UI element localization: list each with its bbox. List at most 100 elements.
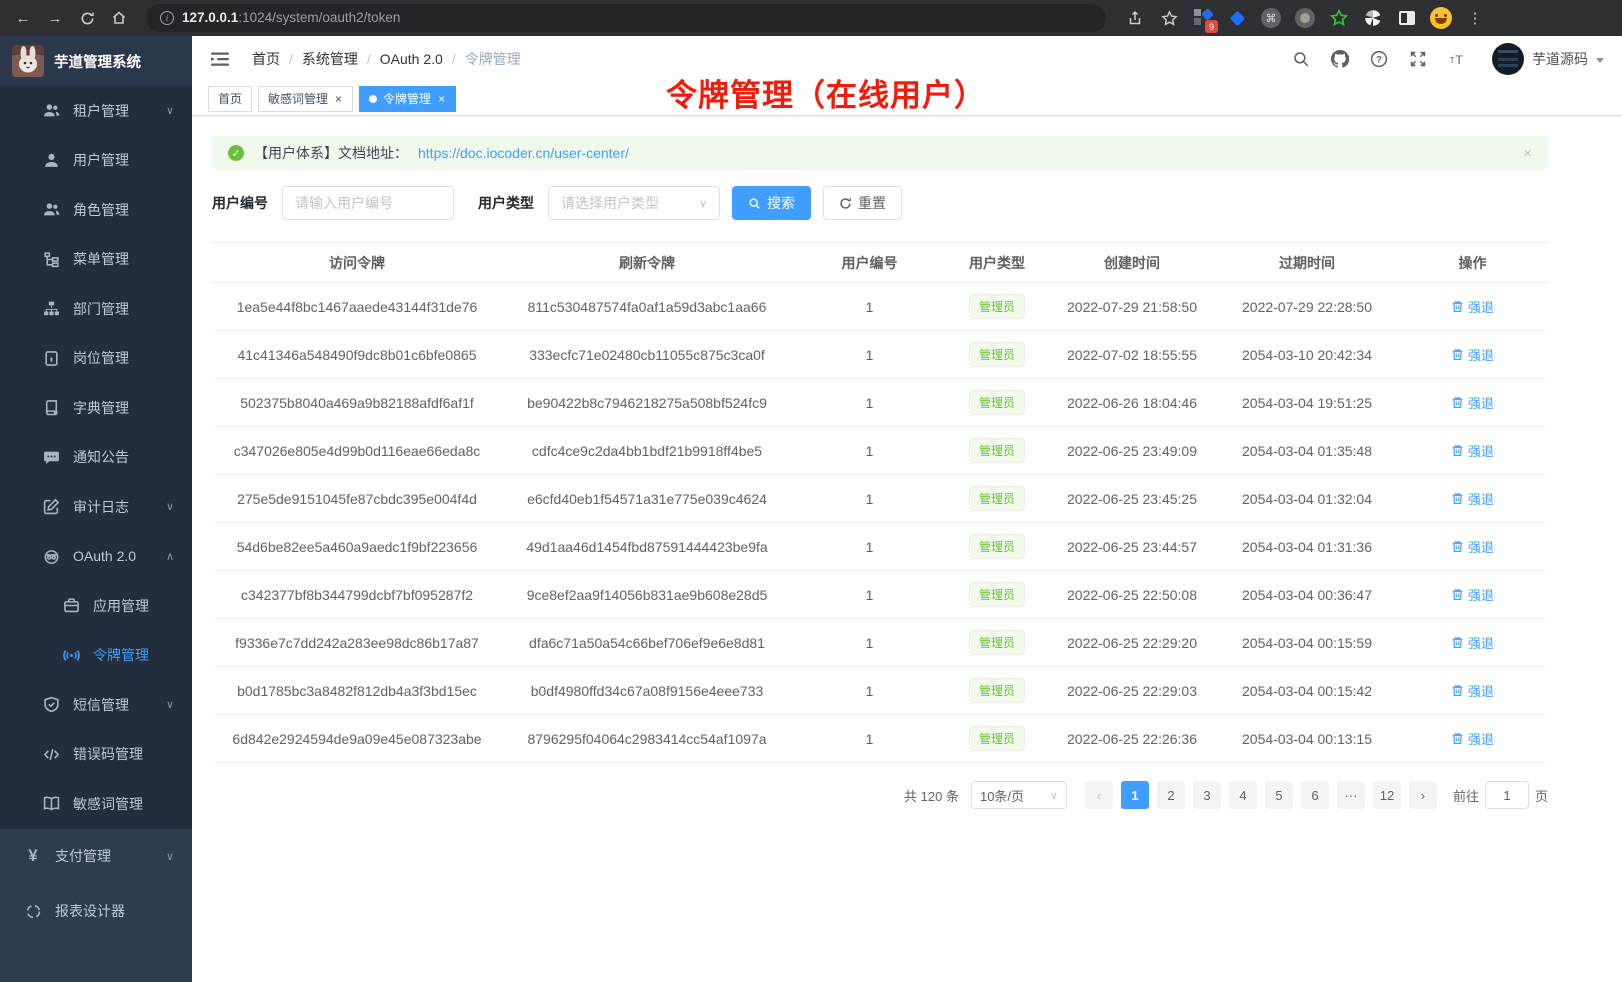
sidebar-item-label: 角色管理 — [73, 200, 129, 220]
user-type-cell: 管理员 — [947, 667, 1047, 715]
page-button-5[interactable]: 5 — [1265, 781, 1293, 809]
breadcrumb-item[interactable]: OAuth 2.0 — [380, 51, 443, 67]
user-id-cell: 1 — [792, 523, 947, 571]
github-button[interactable] — [1330, 49, 1350, 69]
sidebar-item-notice[interactable]: 通知公告 — [0, 433, 192, 483]
browser-menu-button[interactable]: ⋮ — [1464, 7, 1486, 29]
force-logout-button[interactable]: 强退 — [1451, 345, 1494, 364]
help-button[interactable]: ? — [1369, 49, 1389, 69]
force-logout-button[interactable]: 强退 — [1451, 537, 1494, 556]
sidebar-item-label: 租户管理 — [73, 101, 129, 121]
kebab-menu-icon: ⋮ — [1468, 9, 1483, 27]
page-button-6[interactable]: 6 — [1301, 781, 1329, 809]
font-size-button[interactable]: TT — [1447, 49, 1467, 69]
sidebar-item-user[interactable]: 用户管理 — [0, 136, 192, 186]
page-button-3[interactable]: 3 — [1193, 781, 1221, 809]
sidebar-item-dept[interactable]: 部门管理 — [0, 284, 192, 334]
expire-time-cell: 2054-03-04 00:15:42 — [1217, 667, 1397, 715]
close-icon[interactable]: × — [437, 92, 446, 106]
search-form: 用户编号 用户类型 请选择用户类型 ∨ 搜索 重置 — [212, 186, 1548, 220]
close-icon[interactable]: × — [334, 92, 343, 106]
sidebar-item-role[interactable]: 角色管理 — [0, 185, 192, 235]
sidebar-item-error-code[interactable]: 错误码管理 — [0, 730, 192, 780]
annotation-title: 令牌管理（在线用户） — [666, 70, 986, 115]
force-logout-button[interactable]: 强退 — [1451, 585, 1494, 604]
sidebar-collapse-button[interactable] — [210, 49, 230, 69]
tab-敏感词管理[interactable]: 敏感词管理× — [258, 86, 353, 112]
breadcrumb-item[interactable]: 首页 — [252, 49, 280, 69]
page-button-12[interactable]: 12 — [1373, 781, 1401, 809]
sidebar-item-sms[interactable]: 短信管理∨ — [0, 680, 192, 730]
app-logo-bar[interactable]: 芋道管理系统 — [0, 36, 192, 86]
page-size-select[interactable]: 10条/页∨ — [971, 781, 1067, 809]
share-button[interactable] — [1124, 7, 1146, 29]
address-bar[interactable]: i 127.0.0.1:1024/system/oauth2/token — [146, 4, 1106, 32]
breadcrumb-item[interactable]: 系统管理 — [302, 49, 358, 69]
sidebar-item-oauth2-app[interactable]: 应用管理 — [0, 581, 192, 631]
sidebar-item-tenant[interactable]: 租户管理∨ — [0, 86, 192, 136]
font-size-icon: TT — [1448, 50, 1466, 68]
user-id-cell: 1 — [792, 331, 947, 379]
shield-icon — [42, 696, 60, 714]
profile-avatar-button[interactable] — [1430, 7, 1452, 29]
goto-page-input[interactable] — [1485, 781, 1529, 809]
extension-command-button[interactable]: ⌘ — [1260, 7, 1282, 29]
extension-star-button[interactable] — [1328, 7, 1350, 29]
back-button[interactable]: ← — [10, 5, 36, 31]
user-type-cell: 管理员 — [947, 619, 1047, 667]
extension-record-button[interactable] — [1294, 7, 1316, 29]
sidebar-item-report-designer[interactable]: 报表设计器 — [0, 884, 192, 939]
force-logout-button[interactable]: 强退 — [1451, 729, 1494, 748]
compass-icon — [24, 902, 42, 920]
reload-button[interactable] — [74, 5, 100, 31]
user-id-input[interactable] — [282, 186, 454, 220]
force-logout-button[interactable]: 强退 — [1451, 681, 1494, 700]
extension-gem-button[interactable] — [1226, 7, 1248, 29]
force-logout-button[interactable]: 强退 — [1451, 393, 1494, 412]
search-button[interactable] — [1291, 49, 1311, 69]
sidebar-item-sensitive-word[interactable]: 敏感词管理 — [0, 779, 192, 829]
sidebar-item-audit-log[interactable]: 审计日志∨ — [0, 482, 192, 532]
bookmark-star-button[interactable] — [1158, 7, 1180, 29]
table-row: 1ea5e44f8bc1467aaede43144f31de76811c5304… — [212, 283, 1548, 331]
expire-time-cell: 2054-03-04 00:15:59 — [1217, 619, 1397, 667]
sidebar-item-dict[interactable]: 字典管理 — [0, 383, 192, 433]
reset-button[interactable]: 重置 — [823, 186, 902, 220]
sidebar-item-menu[interactable]: 菜单管理 — [0, 235, 192, 285]
page-button-4[interactable]: 4 — [1229, 781, 1257, 809]
action-cell: 强退 — [1397, 571, 1548, 619]
split-screen-button[interactable] — [1396, 7, 1418, 29]
force-logout-button[interactable]: 强退 — [1451, 441, 1494, 460]
next-page-button[interactable]: › — [1409, 781, 1437, 809]
force-logout-button[interactable]: 强退 — [1451, 297, 1494, 316]
sidebar-item-oauth2[interactable]: OAuth 2.0∧ — [0, 532, 192, 582]
home-icon — [111, 10, 127, 26]
page-button-2[interactable]: 2 — [1157, 781, 1185, 809]
token-table: 访问令牌刷新令牌用户编号用户类型创建时间过期时间操作 1ea5e44f8bc14… — [212, 242, 1548, 763]
sidebar-item-post[interactable]: 岗位管理 — [0, 334, 192, 384]
tab-令牌管理[interactable]: 令牌管理 × — [359, 86, 456, 112]
svg-text:?: ? — [1376, 55, 1382, 66]
fullscreen-button[interactable] — [1408, 49, 1428, 69]
home-button[interactable] — [106, 5, 132, 31]
refresh-token-cell: 9ce8ef2aa9f14056b831ae9b608e28d5 — [502, 571, 792, 619]
user-type-select[interactable]: 请选择用户类型 ∨ — [548, 186, 720, 220]
site-info-icon[interactable]: i — [160, 11, 174, 25]
sidebar-item-oauth2-token[interactable]: 令牌管理 — [0, 631, 192, 681]
breadcrumb: 首页/系统管理/OAuth 2.0/令牌管理 — [252, 49, 521, 69]
sidebar-item-pay[interactable]: ¥支付管理∨ — [0, 829, 192, 884]
force-logout-button[interactable]: 强退 — [1451, 489, 1494, 508]
page-button-1[interactable]: 1 — [1121, 781, 1149, 809]
prev-page-button[interactable]: ‹ — [1085, 781, 1113, 809]
search-submit-button[interactable]: 搜索 — [732, 186, 811, 220]
user-menu[interactable]: 芋道源码 — [1492, 43, 1604, 75]
page-ellipsis[interactable]: ··· — [1337, 781, 1365, 809]
doc-link[interactable]: https://doc.iocoder.cn/user-center/ — [418, 145, 629, 161]
tab-label: 令牌管理 — [383, 90, 431, 107]
force-logout-button[interactable]: 强退 — [1451, 633, 1494, 652]
alert-close-icon[interactable]: × — [1523, 145, 1532, 162]
extension-grid-badge[interactable]: 9 — [1192, 7, 1214, 29]
forward-button[interactable]: → — [42, 5, 68, 31]
tab-首页[interactable]: 首页 — [208, 86, 252, 112]
extension-pinwheel-button[interactable] — [1362, 7, 1384, 29]
